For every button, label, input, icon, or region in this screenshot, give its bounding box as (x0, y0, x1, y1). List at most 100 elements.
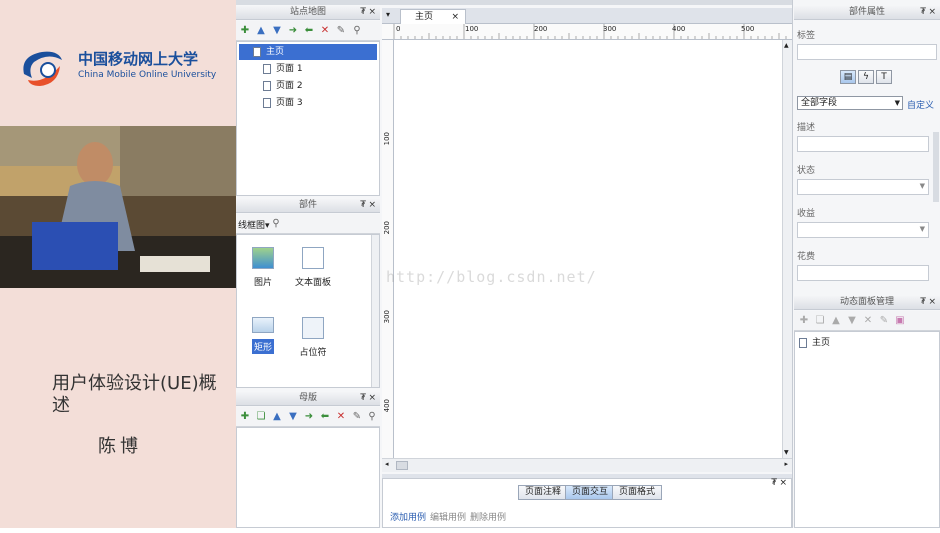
scroll-thumb[interactable] (396, 461, 408, 470)
widget-image[interactable]: 图片 (239, 247, 287, 288)
masters-header: 母版 ₮ × (236, 392, 380, 406)
dynamic-panel-toolbar: ✚ ❏ ▲ ▼ ✕ ✎ ▣ (794, 311, 940, 331)
move-up-icon[interactable]: ▲ (255, 25, 267, 37)
widget-rectangle[interactable]: 矩形 (239, 317, 287, 354)
customize-link[interactable]: 自定义 (907, 98, 934, 111)
ruler-horizontal: 0 100 200 300 400 500 (382, 24, 792, 40)
dynamic-panel-root[interactable]: 主页 (799, 335, 830, 351)
filter-icon[interactable]: ▣ (894, 315, 906, 327)
interactions-tab-icon[interactable]: ϟ (858, 70, 874, 84)
pin-icon[interactable]: ₮ (360, 392, 366, 405)
close-icon[interactable]: × (368, 392, 376, 405)
widget-properties-title: 部件属性 (848, 7, 885, 17)
widgets-scrollbar[interactable] (371, 235, 379, 387)
pin-icon[interactable]: ₮ (920, 296, 926, 309)
tab-page-notes[interactable]: 页面注释 (518, 485, 569, 500)
design-canvas[interactable] (394, 40, 782, 458)
tab-home[interactable]: 主页 × (400, 9, 466, 24)
properties-tab-icon[interactable]: ▤ (840, 70, 856, 84)
lecture-panel: 中国移动网上大学 China Mobile Online University … (0, 0, 236, 528)
move-down-icon[interactable]: ▼ (846, 315, 858, 327)
move-down-icon[interactable]: ▼ (287, 411, 299, 423)
pin-icon[interactable]: ₮ (771, 478, 777, 488)
pin-icon[interactable]: ₮ (360, 199, 366, 212)
duplicate-icon[interactable]: ❏ (814, 315, 826, 327)
ruler-label: 0 (396, 25, 401, 33)
widget-placeholder[interactable]: 占位符 (289, 317, 337, 358)
delete-master-icon[interactable]: ✕ (335, 411, 347, 423)
delete-case-link[interactable]: 删除用例 (470, 510, 506, 523)
ruler-label: 200 (383, 221, 391, 235)
outdent-icon[interactable]: ⬅ (303, 25, 315, 37)
add-page-icon[interactable]: ✚ (239, 25, 251, 37)
widgets-header: 部件 ₮ × (236, 199, 380, 213)
page-icon (263, 97, 271, 108)
indent-icon[interactable]: ➜ (287, 25, 299, 37)
sitemap-tree: 主页 页面 1 页面 2 页面 3 (236, 41, 380, 196)
close-icon[interactable]: × (451, 10, 459, 24)
sitemap-page-2[interactable]: 页面 2 (263, 78, 303, 94)
canvas-horizontal-scrollbar[interactable]: ◂ ▸ (382, 458, 792, 472)
rectangle-icon (252, 317, 274, 333)
widget-text-panel[interactable]: 文本面板 (289, 247, 337, 288)
cost-label: 花费 (797, 252, 816, 262)
widgets-toolbar: 线框图▾ ⚲ (236, 214, 380, 234)
page-properties-panel: ₮ × 页面注释 页面交互 页面格式 添加用例 编辑用例 删除用例 (382, 478, 792, 528)
tab-page-interactions[interactable]: 页面交互 (565, 485, 616, 500)
sitemap-page-1[interactable]: 页面 1 (263, 61, 303, 77)
ruler-label: 100 (465, 25, 479, 33)
add-folder-icon[interactable]: ❏ (255, 411, 267, 423)
close-icon[interactable]: × (368, 6, 376, 19)
add-case-link[interactable]: 添加用例 (390, 510, 426, 523)
search-icon[interactable]: ⚲ (270, 218, 282, 230)
scroll-left-icon[interactable]: ◂ (385, 460, 389, 468)
search-icon[interactable]: ⚲ (351, 25, 363, 37)
ruler-label: 200 (534, 25, 548, 33)
indent-icon[interactable]: ➜ (303, 411, 315, 423)
close-icon[interactable]: × (368, 199, 376, 212)
sitemap-root-page[interactable]: 主页 (239, 44, 377, 60)
close-icon[interactable]: × (928, 296, 936, 309)
close-icon[interactable]: × (928, 6, 936, 19)
tab-page-style[interactable]: 页面格式 (612, 485, 663, 500)
canvas-vertical-scrollbar[interactable]: ▲ ▼ (782, 40, 792, 458)
ruler-label: 300 (383, 310, 391, 324)
tab-list-icon[interactable]: ▾ (386, 10, 390, 19)
add-state-icon[interactable]: ✚ (798, 315, 810, 327)
scroll-right-icon[interactable]: ▸ (784, 460, 788, 468)
widget-library-select[interactable]: 线框图▾ (238, 218, 270, 231)
outdent-icon[interactable]: ⬅ (319, 411, 331, 423)
scroll-up-icon[interactable]: ▲ (784, 42, 789, 49)
sitemap-page-3[interactable]: 页面 3 (263, 95, 303, 111)
add-master-icon[interactable]: ✚ (239, 411, 251, 423)
style-tab-icon[interactable]: T (876, 70, 892, 84)
properties-scrollbar[interactable] (933, 132, 939, 202)
close-icon[interactable]: × (779, 478, 787, 488)
cost-select[interactable] (797, 265, 929, 281)
chevron-down-icon: ▼ (919, 225, 925, 233)
delete-icon[interactable]: ✕ (862, 315, 874, 327)
ruler-label: 500 (741, 25, 755, 33)
screen: 中国移动网上大学 China Mobile Online University … (0, 0, 940, 533)
document-tab-bar: ▾ 主页 × (382, 8, 792, 24)
label-input[interactable] (797, 44, 937, 60)
move-up-icon[interactable]: ▲ (271, 411, 283, 423)
master-props-icon[interactable]: ✎ (351, 411, 363, 423)
benefit-select[interactable]: ▼ (797, 222, 929, 238)
watermark-text: http://blog.csdn.net/ (386, 268, 597, 286)
search-icon[interactable]: ⚲ (366, 411, 378, 423)
edit-case-link[interactable]: 编辑用例 (430, 510, 466, 523)
description-input[interactable] (797, 136, 929, 152)
university-logo: 中国移动网上大学 China Mobile Online University (18, 42, 228, 92)
move-down-icon[interactable]: ▼ (271, 25, 283, 37)
move-up-icon[interactable]: ▲ (830, 315, 842, 327)
page-props-icon[interactable]: ✎ (335, 25, 347, 37)
logo-english-name: China Mobile Online University (78, 70, 217, 80)
pin-icon[interactable]: ₮ (920, 6, 926, 19)
status-select[interactable]: ▼ (797, 179, 929, 195)
field-filter-select[interactable]: 全部字段 ▼ (797, 96, 903, 110)
delete-page-icon[interactable]: ✕ (319, 25, 331, 37)
pin-icon[interactable]: ₮ (360, 6, 366, 19)
edit-icon[interactable]: ✎ (878, 315, 890, 327)
scroll-down-icon[interactable]: ▼ (784, 449, 789, 456)
